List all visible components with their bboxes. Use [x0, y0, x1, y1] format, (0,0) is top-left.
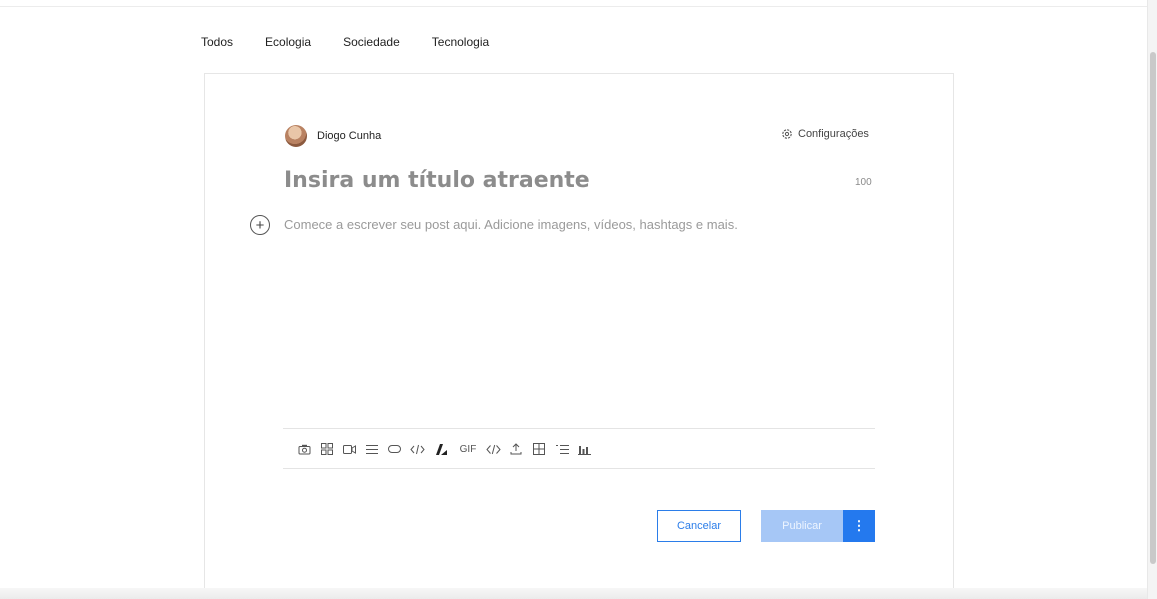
video-icon[interactable] [342, 441, 356, 457]
category-tabs: Todos Ecologia Sociedade Tecnologia [201, 35, 521, 49]
plus-circle-icon: + [255, 216, 265, 234]
tab-sociedade[interactable]: Sociedade [343, 35, 400, 49]
gallery-icon[interactable] [320, 441, 334, 457]
tab-todos[interactable]: Todos [201, 35, 233, 49]
top-divider [0, 6, 1147, 7]
title-char-limit: 100 [855, 177, 872, 188]
embed-icon[interactable] [485, 441, 501, 457]
editor-toolbar: GIF [283, 428, 875, 469]
gear-icon [782, 129, 792, 139]
gif-label: GIF [459, 443, 477, 455]
code-icon[interactable] [409, 441, 425, 457]
camera-icon[interactable] [297, 441, 311, 457]
settings-label: Configurações [798, 128, 869, 140]
table-icon[interactable] [532, 441, 546, 457]
list-icon[interactable] [555, 441, 569, 457]
title-input[interactable] [284, 168, 824, 193]
button-icon[interactable] [387, 441, 401, 457]
gif-icon[interactable]: GIF [458, 441, 478, 457]
avatar [285, 125, 307, 147]
cancel-button[interactable]: Cancelar [657, 510, 741, 542]
author-info: Diogo Cunha [285, 125, 381, 147]
settings-button[interactable]: Configurações [781, 128, 869, 140]
add-content-button[interactable]: + [250, 215, 270, 235]
page-bottom-shadow [0, 588, 1147, 599]
ai-writer-icon[interactable] [433, 441, 449, 457]
upload-icon[interactable] [509, 441, 523, 457]
tab-ecologia[interactable]: Ecologia [265, 35, 311, 49]
body-input[interactable]: Comece a escrever seu post aqui. Adicion… [284, 217, 738, 232]
publish-options-button[interactable]: ⋮ [843, 510, 875, 542]
author-name: Diogo Cunha [317, 130, 382, 142]
chart-icon[interactable] [577, 441, 591, 457]
scrollbar-thumb[interactable] [1150, 52, 1156, 564]
more-vertical-icon: ⋮ [852, 518, 866, 533]
tab-tecnologia[interactable]: Tecnologia [432, 35, 489, 49]
publish-button[interactable]: Publicar [761, 510, 843, 542]
scrollbar[interactable] [1147, 0, 1157, 599]
divider-icon[interactable] [365, 441, 379, 457]
